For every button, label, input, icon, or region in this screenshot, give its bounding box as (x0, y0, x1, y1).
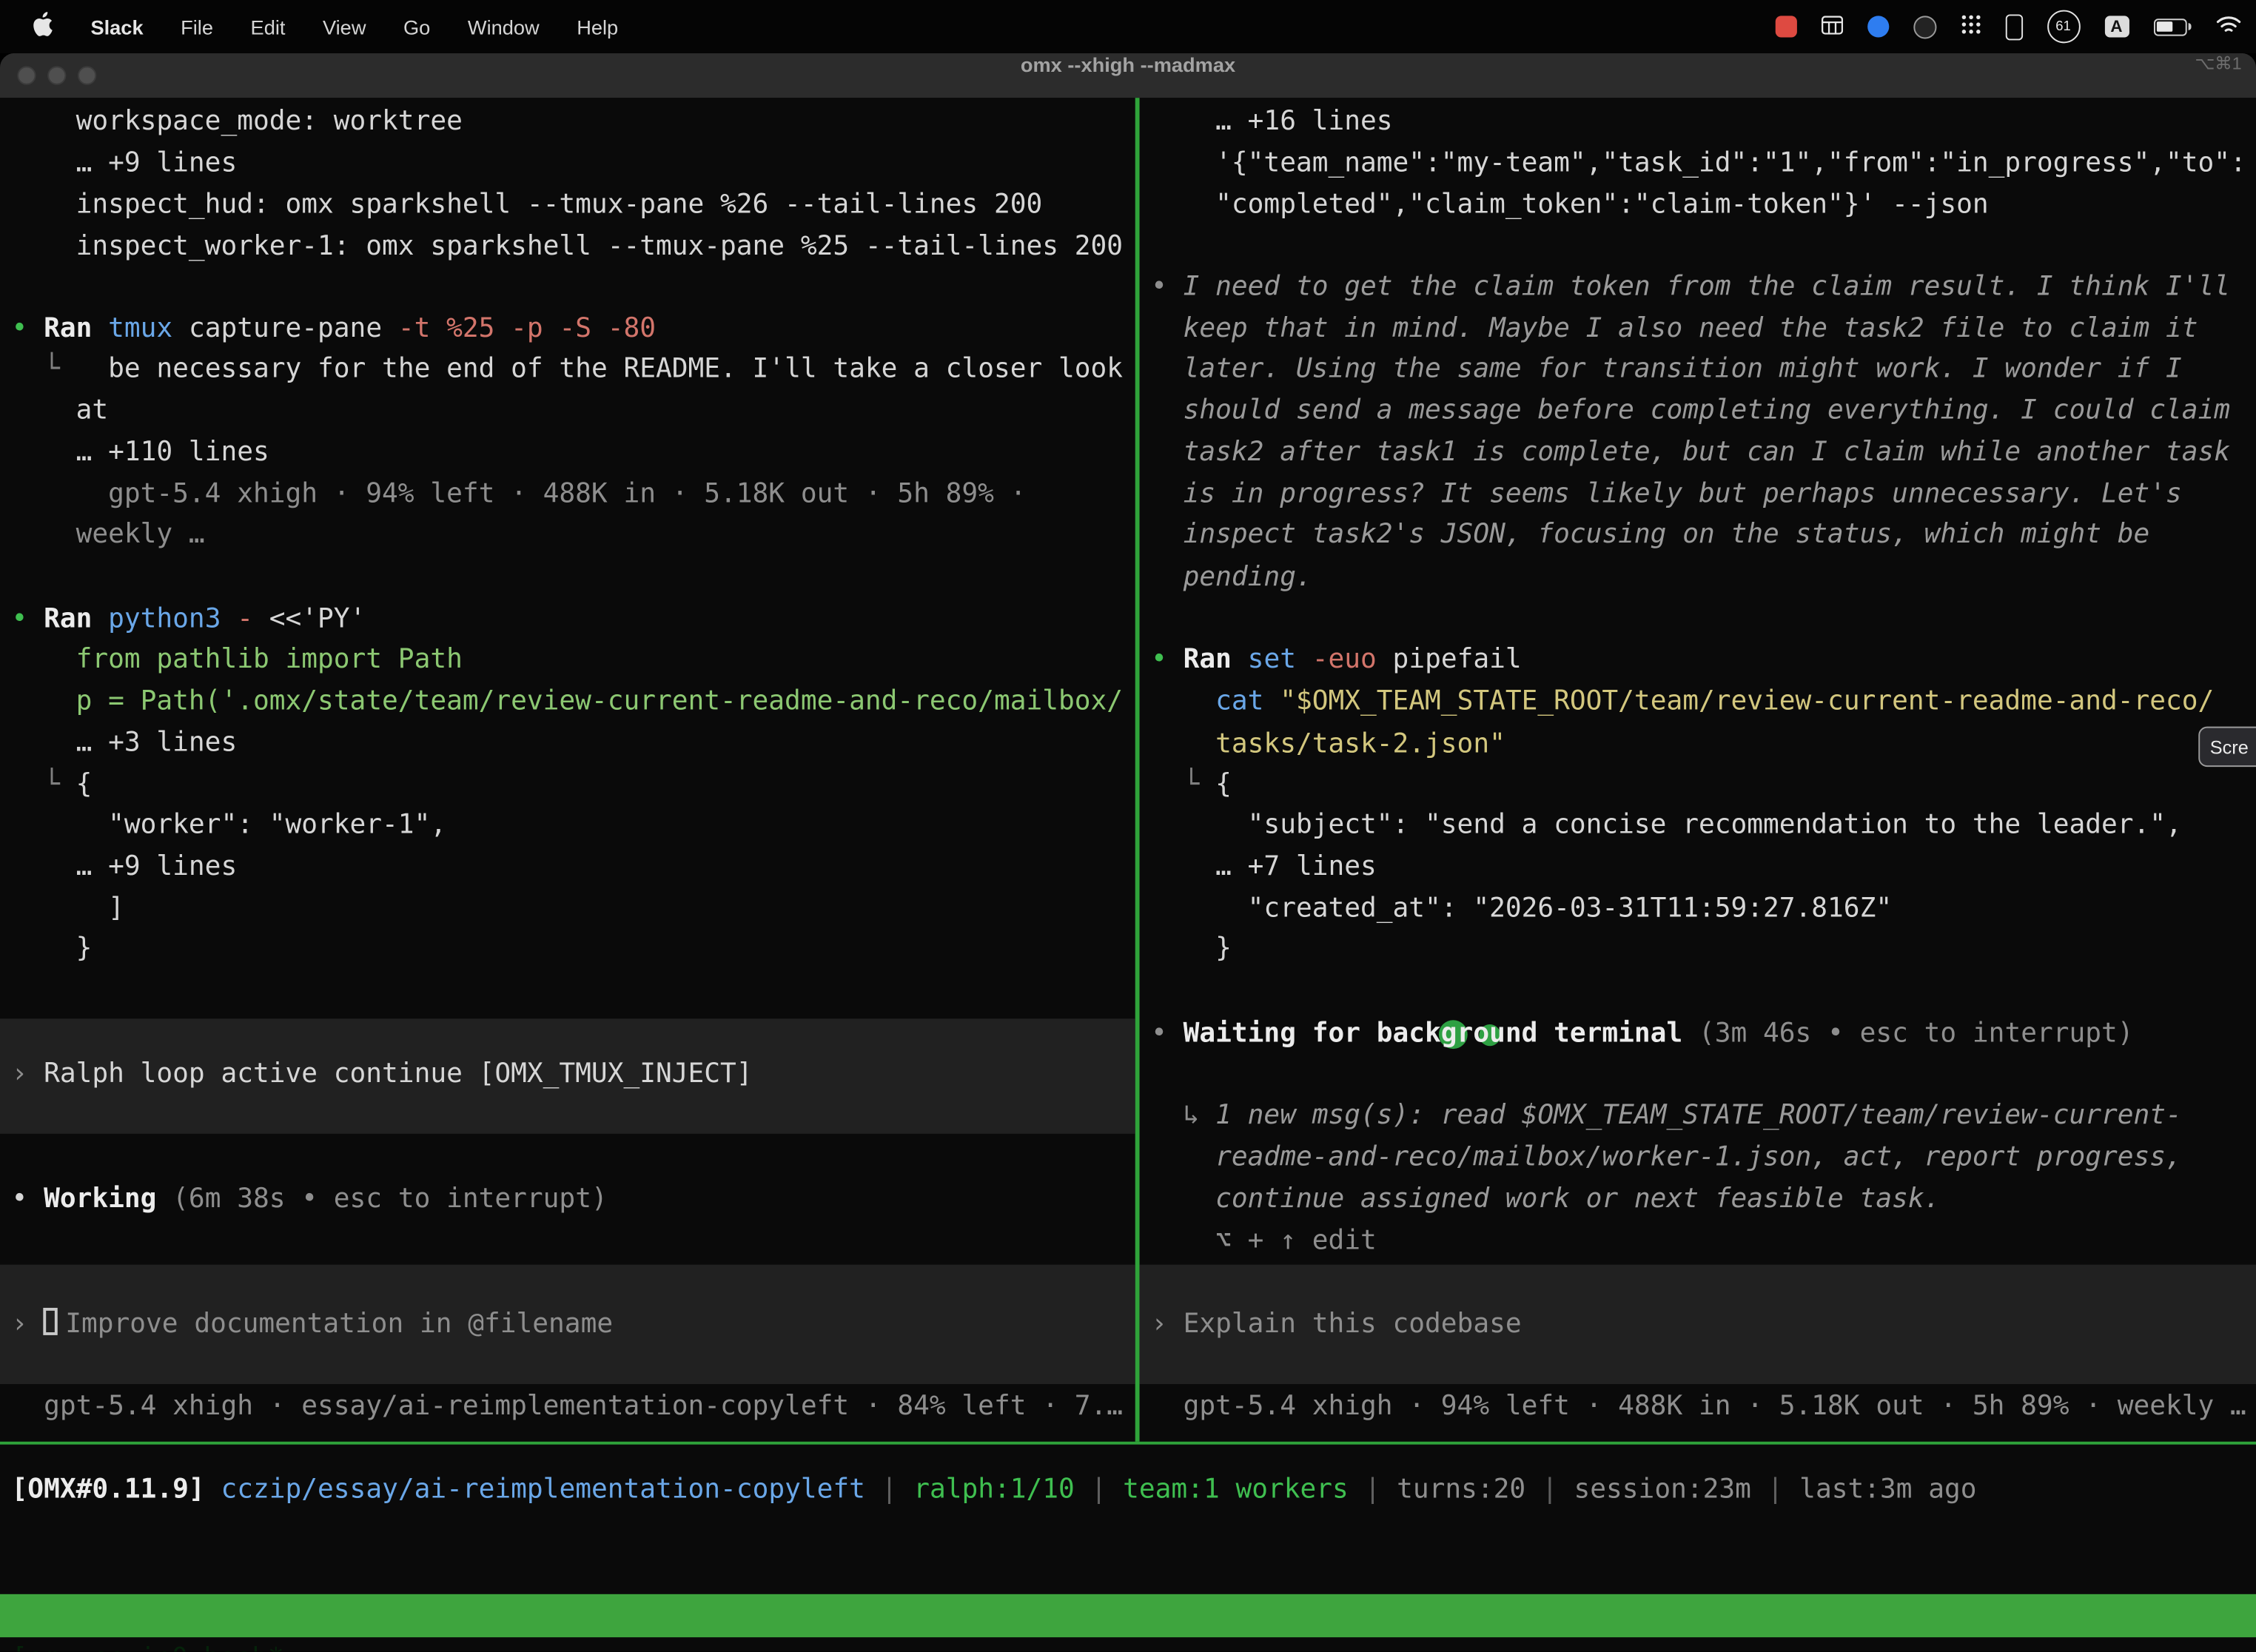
app-blue-icon[interactable] (1867, 16, 1888, 37)
terminal-line: inspect task2's JSON, focusing on the st… (1151, 515, 2149, 555)
menu-bar-left: Slack File Edit View Go Window Help (0, 12, 618, 42)
terminal-line: ↳ 1 new msg(s): read $OMX_TEAM_STATE_ROO… (1151, 1096, 2182, 1136)
terminal-line: … +9 lines (12, 847, 238, 887)
terminal-line: … +3 lines (12, 724, 238, 764)
terminal-line: "subject": "send a concise recommendatio… (1151, 806, 2182, 846)
terminal-line: weekly … (12, 515, 205, 555)
screen-overlay-text: Scre (2210, 736, 2249, 757)
terminal-line: … +110 lines (12, 433, 269, 473)
terminal-line: "completed","claim_token":"claim-token"}… (1151, 186, 1989, 226)
menu-item-go[interactable]: Go (403, 15, 430, 38)
menu-item-window[interactable]: Window (468, 15, 540, 38)
terminal-line: … +7 lines (1151, 847, 1377, 887)
terminal-line: readme-and-reco/mailbox/worker-1.json, a… (1151, 1138, 2182, 1178)
terminal-line: pending. (1151, 558, 1312, 598)
window-manager-icon[interactable] (1821, 15, 1842, 38)
terminal-line: later. Using the same for transition mig… (1151, 349, 2182, 389)
battery-percent-value: 61 (2055, 19, 2071, 34)
terminal-content: workspace_mode: worktree … +9 lines insp… (0, 98, 2256, 1651)
terminal-line: • Ran tmux capture-pane -t %25 -p -S -80 (12, 309, 656, 349)
window-titlebar[interactable]: omx --xhigh --madmax ⌥⌘1 (0, 53, 2256, 98)
launchpad-dots-icon[interactable] (1961, 14, 1981, 38)
omx-hud-status-line: [OMX#0.11.9] cczip/essay/ai-reimplementa… (12, 1471, 1977, 1511)
terminal-line: … +16 lines (1151, 102, 1392, 142)
menu-item-file[interactable]: File (181, 15, 213, 38)
terminal-line: • Ran set -euo pipefail (1151, 640, 1522, 680)
left-terminal-pane[interactable]: workspace_mode: worktree … +9 lines insp… (0, 98, 1135, 1442)
terminal-line: keep that in mind. Maybe I also need the… (1151, 309, 2198, 349)
screen-overlay-fragment[interactable]: Scre (2198, 727, 2256, 767)
terminal-line: workspace_mode: worktree (12, 102, 463, 142)
desktop: Slack File Edit View Go Window Help 61 A (0, 0, 2256, 1652)
right-terminal-pane[interactable]: … +16 lines '{"team_name":"my-team","tas… (1140, 98, 2256, 1442)
terminal-line: cat "$OMX_TEAM_STATE_ROOT/team/review-cu… (1151, 682, 2214, 722)
menu-bar: Slack File Edit View Go Window Help 61 A (0, 0, 2256, 53)
terminal-line: continue assigned work or next feasible … (1151, 1180, 1940, 1220)
terminal-line: gpt-5.4 xhigh · 94% left · 488K in · 5.1… (12, 474, 1027, 514)
terminal-line: "created_at": "2026-03-31T11:59:27.816Z" (1151, 889, 1892, 929)
terminal-line: } (1151, 930, 1232, 970)
terminal-line: at (12, 392, 109, 432)
terminal-line: └ be necessary for the end of the README… (12, 349, 1123, 389)
terminal-line: gpt-5.4 xhigh · 94% left · 488K in · 5.1… (1151, 1387, 2246, 1427)
menu-item-slack[interactable]: Slack (90, 15, 143, 38)
terminal-line: ] (12, 889, 124, 929)
input-source-icon[interactable]: A (2104, 16, 2129, 37)
terminal-line: p = Path('.omx/state/team/review-current… (12, 682, 1123, 722)
terminal-line: tasks/task-2.json" (1151, 725, 1505, 765)
menu-item-edit[interactable]: Edit (251, 15, 286, 38)
menu-bar-status-items: 61 A (1775, 0, 2242, 53)
terminal-line: } (12, 930, 93, 970)
terminal-line: from pathlib import Path (12, 640, 463, 680)
terminal-line: › Explain this codebase (1151, 1305, 1522, 1345)
terminal-line: • I need to get the claim token from the… (1151, 268, 2230, 308)
tmux-pane-divider-horizontal[interactable] (0, 1442, 2256, 1445)
screen-recording-indicator-icon[interactable] (1775, 16, 1796, 37)
input-source-letter: A (2110, 18, 2122, 35)
terminal-line: • Working (6m 38s • esc to interrupt) (12, 1180, 608, 1220)
terminal-line: └ { (1151, 765, 1232, 805)
terminal-line: '{"team_name":"my-team","task_id":"1","f… (1151, 144, 2246, 184)
terminal-line: › Improve documentation in @filename (12, 1305, 614, 1345)
window-shortcut-hint: ⌥⌘1 (2195, 53, 2241, 73)
app-dark-circle-icon[interactable] (1913, 15, 1936, 38)
terminal-line: inspect_hud: omx sparkshell --tmux-pane … (12, 186, 1043, 226)
terminal-line: › Ralph loop active continue [OMX_TMUX_I… (12, 1055, 753, 1095)
iphone-mirroring-icon[interactable] (2005, 13, 2022, 39)
terminal-line: └ { (12, 765, 93, 805)
battery-icon[interactable] (2153, 18, 2192, 35)
menu-item-help[interactable]: Help (577, 15, 618, 38)
window-title: omx --xhigh --madmax (0, 53, 2256, 76)
tmux-status-bar: [omx-cczip0:bash* "MacBook-Pro-44.local"… (0, 1594, 2256, 1637)
terminal-line: inspect_worker-1: omx sparkshell --tmux-… (12, 227, 1123, 267)
terminal-line: ⌥ + ↑ edit (1151, 1221, 1377, 1261)
tmux-session-window: [omx-cczip0:bash* (12, 1637, 284, 1651)
terminal-line: … +9 lines (12, 144, 238, 184)
apple-menu-icon[interactable] (32, 12, 53, 42)
terminal-line: should send a message before completing … (1151, 392, 2230, 432)
wifi-icon[interactable] (2216, 15, 2242, 38)
terminal-line: gpt-5.4 xhigh · essay/ai-reimplementatio… (12, 1387, 1123, 1427)
menu-item-view[interactable]: View (323, 15, 366, 38)
battery-percent-badge[interactable]: 61 (2047, 10, 2080, 44)
terminal-window: omx --xhigh --madmax ⌥⌘1 workspace_mode:… (0, 53, 2256, 1652)
terminal-line: is in progress? It seems likely but perh… (1151, 474, 2182, 514)
terminal-line: "worker": "worker-1", (12, 806, 447, 846)
terminal-line: task2 after task1 is complete, but can I… (1151, 433, 2230, 473)
terminal-line: • Waiting for background terminal (3m 46… (1151, 1014, 2133, 1054)
terminal-line: • Ran python3 - <<'PY' (12, 600, 366, 640)
